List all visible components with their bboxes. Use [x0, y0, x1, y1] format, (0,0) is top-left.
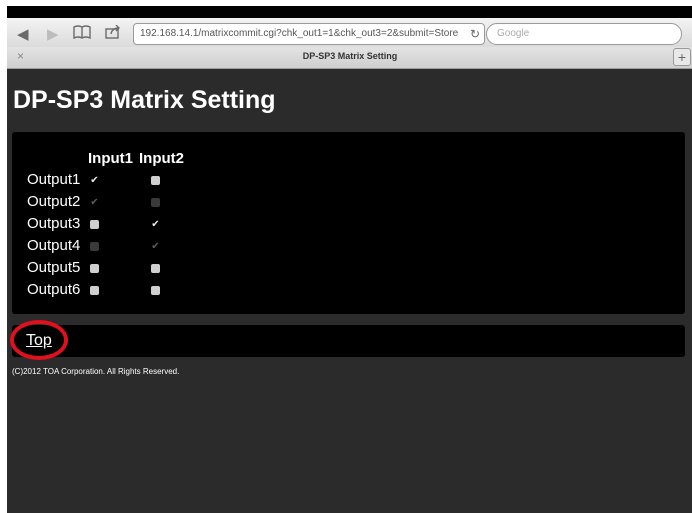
matrix-row: Output4 ✔: [27, 237, 327, 259]
column-header-input1: Input1: [88, 150, 133, 167]
url-text: 192.168.14.1/matrixcommit.cgi?chk_out1=1…: [140, 28, 459, 39]
output-label: Output1: [27, 171, 81, 188]
checkbox-input2[interactable]: [151, 176, 160, 185]
search-input[interactable]: Google: [486, 23, 682, 45]
matrix-row: Output3 ✔: [27, 215, 327, 237]
search-placeholder: Google: [497, 28, 530, 39]
footer-nav: Top: [12, 325, 685, 357]
checkbox-input1[interactable]: [90, 220, 99, 229]
matrix-row: Output5: [27, 259, 327, 281]
forward-arrow-icon[interactable]: ▶: [47, 25, 59, 45]
page-title: DP-SP3 Matrix Setting: [13, 86, 276, 114]
copyright-text: (C)2012 TOA Corporation. All Rights Rese…: [12, 367, 180, 376]
output-label: Output6: [27, 281, 81, 298]
new-tab-button[interactable]: +: [673, 48, 691, 66]
output-label: Output5: [27, 259, 81, 276]
checkbox-input1: [90, 242, 99, 251]
matrix-row: Output2 ✔: [27, 193, 327, 215]
checkbox-input2: [151, 198, 160, 207]
browser-screen: ◀ ▶ 192.168.14.1/matrixcommit.cgi?chk_ou…: [7, 6, 692, 513]
checkbox-input2[interactable]: [151, 286, 160, 295]
checkbox-input1: ✔: [90, 197, 99, 208]
status-bar: [7, 6, 692, 18]
annotation-circle: [10, 320, 68, 360]
address-bar[interactable]: 192.168.14.1/matrixcommit.cgi?chk_out1=1…: [133, 23, 485, 45]
column-header-input2: Input2: [139, 150, 184, 167]
back-arrow-icon[interactable]: ◀: [17, 25, 29, 45]
checkbox-input1[interactable]: [90, 286, 99, 295]
matrix-row: Output6: [27, 281, 327, 303]
output-label: Output4: [27, 237, 81, 254]
reload-icon[interactable]: ↻: [470, 24, 480, 44]
checkbox-input2[interactable]: [151, 264, 160, 273]
checkbox-input1[interactable]: [90, 264, 99, 273]
output-label: Output3: [27, 215, 81, 232]
checkbox-input1[interactable]: ✔: [90, 176, 99, 186]
checkbox-input2: ✔: [151, 241, 160, 252]
matrix-panel: Input1 Input2 Output1 ✔ Output2 ✔ Output3 ✔ Ou…: [12, 132, 685, 314]
output-label: Output2: [27, 193, 81, 210]
tab-title[interactable]: DP-SP3 Matrix Setting: [7, 51, 692, 61]
matrix-row: Output1 ✔: [27, 171, 327, 193]
share-icon[interactable]: [105, 24, 121, 45]
tab-bar: × DP-SP3 Matrix Setting +: [7, 47, 692, 69]
bookmarks-icon[interactable]: [73, 25, 91, 45]
checkbox-input2[interactable]: ✔: [151, 220, 160, 230]
